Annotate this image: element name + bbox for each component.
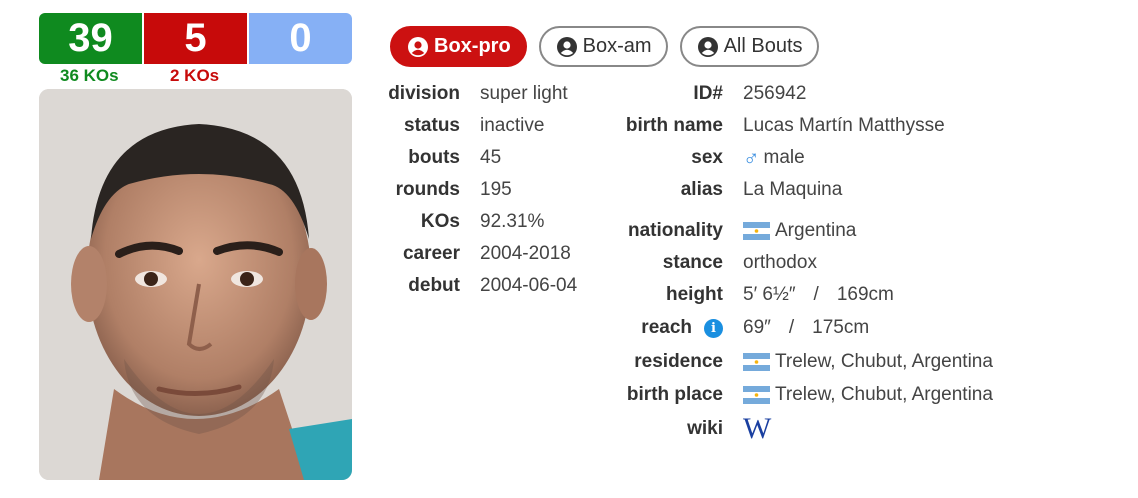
info-value: 2004-06-04 [480,275,578,296]
reach-metric: 175cm [812,317,870,338]
info-row-stance: stance orthodox [600,247,993,279]
separator: / [813,284,819,305]
info-row-id: ID# 256942 [600,78,993,110]
info-label: sex [691,147,723,168]
info-label: bouts [408,147,460,168]
info-label: reach [641,317,692,338]
height-imperial: 5′ 6½″ [743,284,796,305]
tab-box-am[interactable]: Box-am [538,26,668,67]
info-row-division: division super light [380,78,577,110]
info-icon[interactable]: i [704,318,723,338]
info-value: Trelew, Chubut, Argentina [775,350,993,372]
height-metric: 169cm [836,284,894,305]
info-value: 256942 [743,83,807,104]
info-value: Trelew, Chubut, Argentina [775,383,993,405]
info-label: debut [408,275,460,296]
info-value: male [763,147,805,168]
info-value: inactive [480,115,545,136]
info-value: orthodox [743,252,817,273]
career-info: division super light status inactive bou… [380,78,577,302]
info-value: 92.31% [480,211,545,232]
bout-type-tabs: Box-pro Box-am All Bouts [390,26,819,67]
record-summary: 39 5 0 [39,13,352,64]
info-label: rounds [395,179,460,200]
info-row-status: status inactive [380,110,577,142]
info-value: La Maquina [743,179,843,200]
argentina-flag-icon [743,352,770,371]
wikipedia-icon[interactable]: W [743,414,771,444]
info-label: stance [662,252,723,273]
info-value: 45 [480,147,502,168]
tab-label: Box-am [582,35,652,57]
wins-count: 39 [39,13,142,64]
tab-label: Box-pro [434,35,511,57]
reach-imperial: 69″ [743,317,771,338]
info-value: 195 [480,179,512,200]
info-label: wiki [687,418,723,439]
info-value: Lucas Martín Matthysse [743,115,945,136]
info-value: 2004-2018 [480,243,571,264]
info-row-height: height 5′ 6½″ / 169cm [600,279,993,311]
info-label: birth name [625,115,723,136]
info-row-wiki: wiki W [600,411,993,447]
user-circle-icon [408,36,428,57]
info-label: division [388,83,460,104]
info-label: KOs [420,211,460,232]
info-row-rounds: rounds 195 [380,174,577,206]
male-symbol-icon: ♂ [743,145,760,170]
boxer-photo [39,89,352,480]
info-row-sex: sex ♂ male [600,142,993,174]
argentina-flag-icon [743,222,770,240]
info-label: alias [680,179,723,200]
info-row-residence: residence Trelew, Chubut, Argentina [600,345,993,378]
info-row-career: career 2004-2018 [380,238,577,270]
info-label: status [404,115,460,136]
info-value: Argentina [775,220,857,241]
loss-kos: 2 KOs [170,66,220,85]
info-label: residence [634,350,723,372]
draws-count: 0 [249,13,352,64]
info-label: birth place [626,383,723,405]
info-row-kos: KOs 92.31% [380,206,577,238]
user-circle-icon [697,36,718,57]
info-row-nationality: nationality Argentina [600,215,993,247]
info-label: nationality [627,220,723,241]
info-value: super light [480,83,568,104]
losses-count: 5 [142,13,249,64]
separator: / [788,317,795,338]
tab-all-bouts[interactable]: All Bouts [679,26,819,67]
info-row-debut: debut 2004-06-04 [380,270,577,302]
info-row-bouts: bouts 45 [380,142,577,174]
info-row-birth-place: birth place Trelew, Chubut, Argentina [600,378,993,411]
info-label: career [402,243,460,264]
info-row-reach: reach i 69″ / 175cm [600,311,993,345]
info-row-birth-name: birth name Lucas Martín Matthysse [600,110,993,142]
tab-label: All Bouts [723,35,803,57]
argentina-flag-icon [743,385,770,404]
user-circle-icon [556,36,577,57]
info-label: ID# [693,83,723,104]
win-kos: 36 KOs [60,66,119,85]
tab-box-pro[interactable]: Box-pro [390,26,527,67]
personal-info: ID# 256942 birth name Lucas Martín Matth… [600,78,993,447]
info-row-alias: alias La Maquina [600,174,993,206]
info-label: height [666,284,723,305]
